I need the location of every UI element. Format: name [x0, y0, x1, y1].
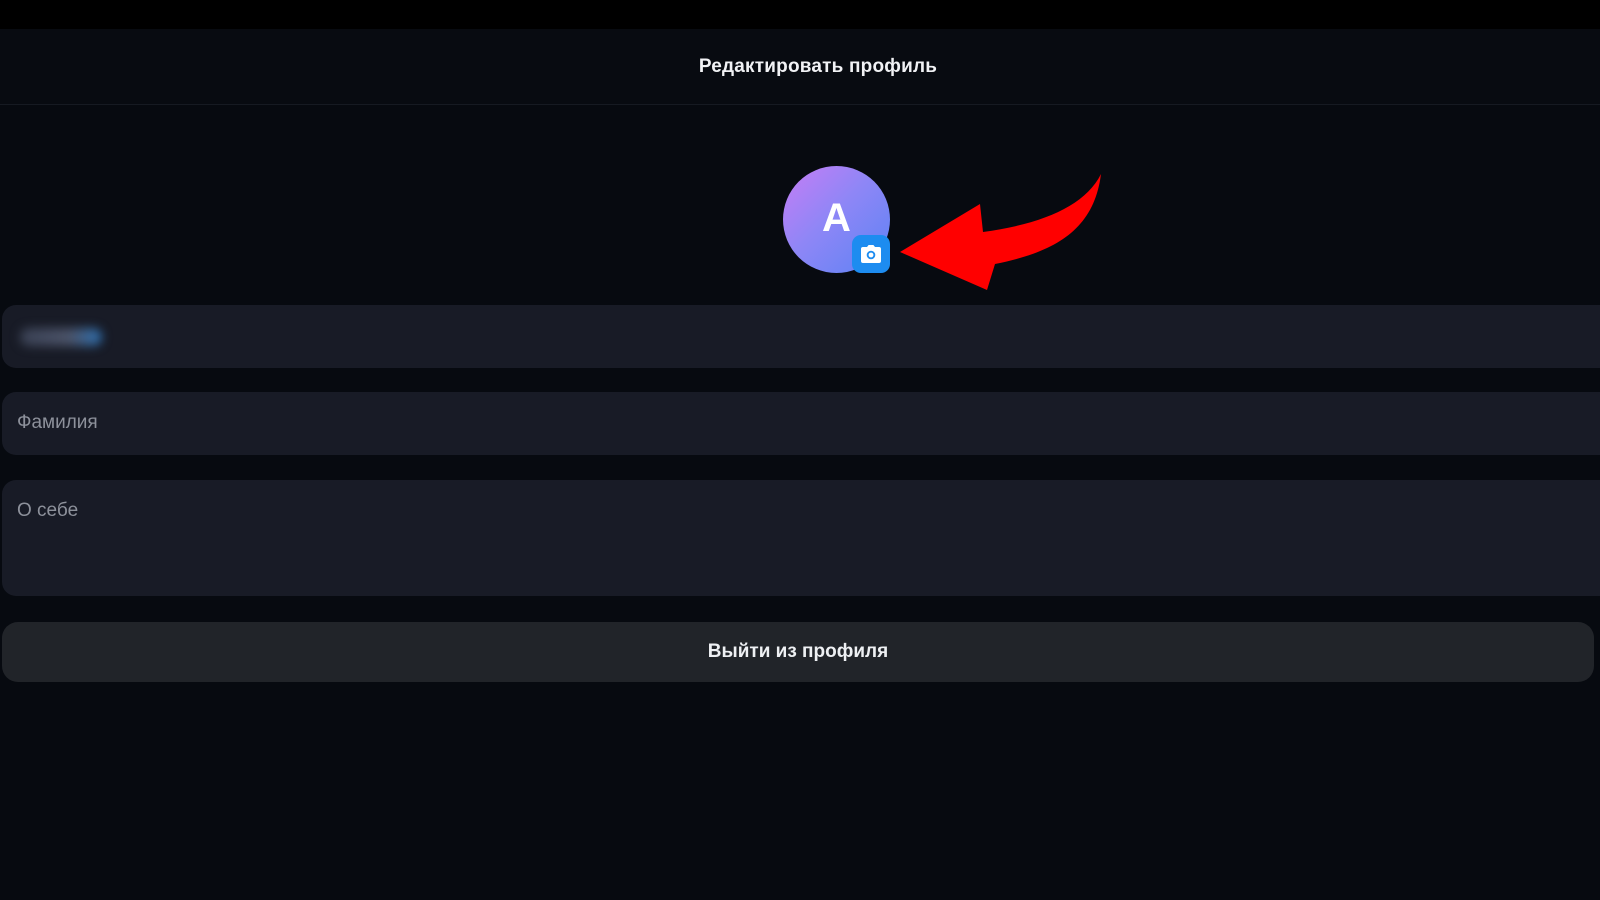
blurred-first-name-value [20, 328, 102, 346]
bio-placeholder: О себе [17, 500, 79, 521]
last-name-input[interactable]: Фамилия [2, 392, 1600, 455]
top-bar [0, 0, 1600, 29]
last-name-placeholder: Фамилия [17, 412, 98, 433]
page-header: Редактировать профиль [0, 29, 1600, 105]
logout-label: Выйти из профиля [707, 641, 889, 662]
camera-icon [861, 245, 881, 263]
avatar-initial: A [822, 196, 851, 240]
logout-button[interactable]: Выйти из профиля [2, 622, 1594, 682]
bio-textarea[interactable]: О себе [2, 480, 1600, 596]
edit-profile-screen: Редактировать профиль A Фамилия О себе В… [0, 0, 1600, 900]
first-name-input[interactable] [2, 305, 1600, 368]
red-arrow-annotation [900, 174, 1101, 290]
page-title: Редактировать профиль [698, 55, 938, 77]
